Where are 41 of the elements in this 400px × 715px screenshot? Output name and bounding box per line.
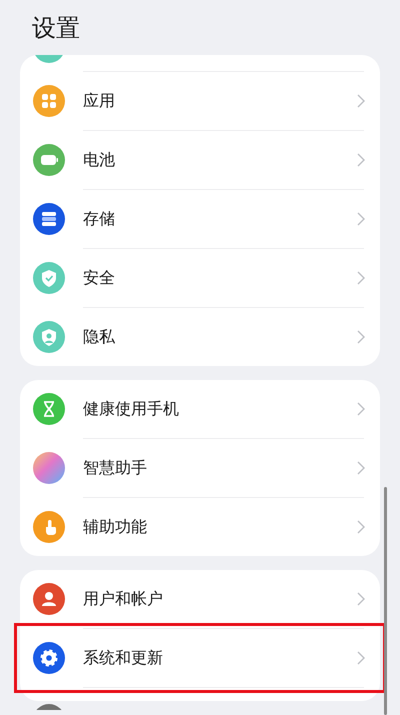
- hourglass-icon: [33, 393, 65, 425]
- chevron-icon: [357, 94, 365, 108]
- chevron-icon: [357, 592, 365, 606]
- settings-item[interactable]: 健康使用手机: [20, 380, 380, 438]
- chevron-icon: [357, 212, 365, 226]
- settings-item[interactable]: 辅助功能: [20, 498, 380, 556]
- item-label: 应用: [83, 90, 116, 112]
- settings-item[interactable]: 系统和更新: [20, 629, 380, 687]
- hand-icon: [33, 511, 65, 543]
- item-label: 智慧助手: [83, 458, 148, 478]
- item-label: 辅助功能: [83, 516, 148, 538]
- settings-icon: [33, 642, 65, 674]
- item-label: 安全: [83, 268, 116, 288]
- page-title: 设置: [31, 13, 81, 44]
- settings-item[interactable]: 应用: [20, 72, 380, 130]
- item-label: 系统和更新: [83, 648, 164, 668]
- grid-icon: [33, 85, 65, 117]
- item-label: 用户和帐户: [83, 588, 164, 610]
- chevron-icon: [357, 330, 365, 344]
- settings-item[interactable]: 用户和帐户: [20, 570, 380, 628]
- item-label: 健康使用手机: [83, 398, 180, 420]
- settings-item[interactable]: 智慧助手: [20, 439, 380, 497]
- chevron-icon: [357, 520, 365, 534]
- shield-person-icon: [33, 321, 65, 353]
- settings-item[interactable]: 安全: [20, 249, 380, 307]
- settings-item[interactable]: 电池: [20, 131, 380, 189]
- storage-icon: [33, 203, 65, 235]
- chevron-icon: [357, 271, 365, 285]
- chevron-icon: [357, 461, 365, 475]
- user-icon: [33, 583, 65, 615]
- settings-item[interactable]: 存储: [20, 190, 380, 248]
- battery-icon: [33, 144, 65, 176]
- chevron-icon: [357, 651, 365, 665]
- settings-item[interactable]: 隐私: [20, 308, 380, 366]
- item-label: 电池: [83, 150, 116, 170]
- shield-check-icon: [33, 262, 65, 294]
- item-label: 隐私: [83, 326, 116, 348]
- item-label: 存储: [83, 208, 116, 230]
- chevron-icon: [357, 153, 365, 167]
- gradient-orb-icon: [33, 452, 65, 484]
- chevron-icon: [357, 402, 365, 416]
